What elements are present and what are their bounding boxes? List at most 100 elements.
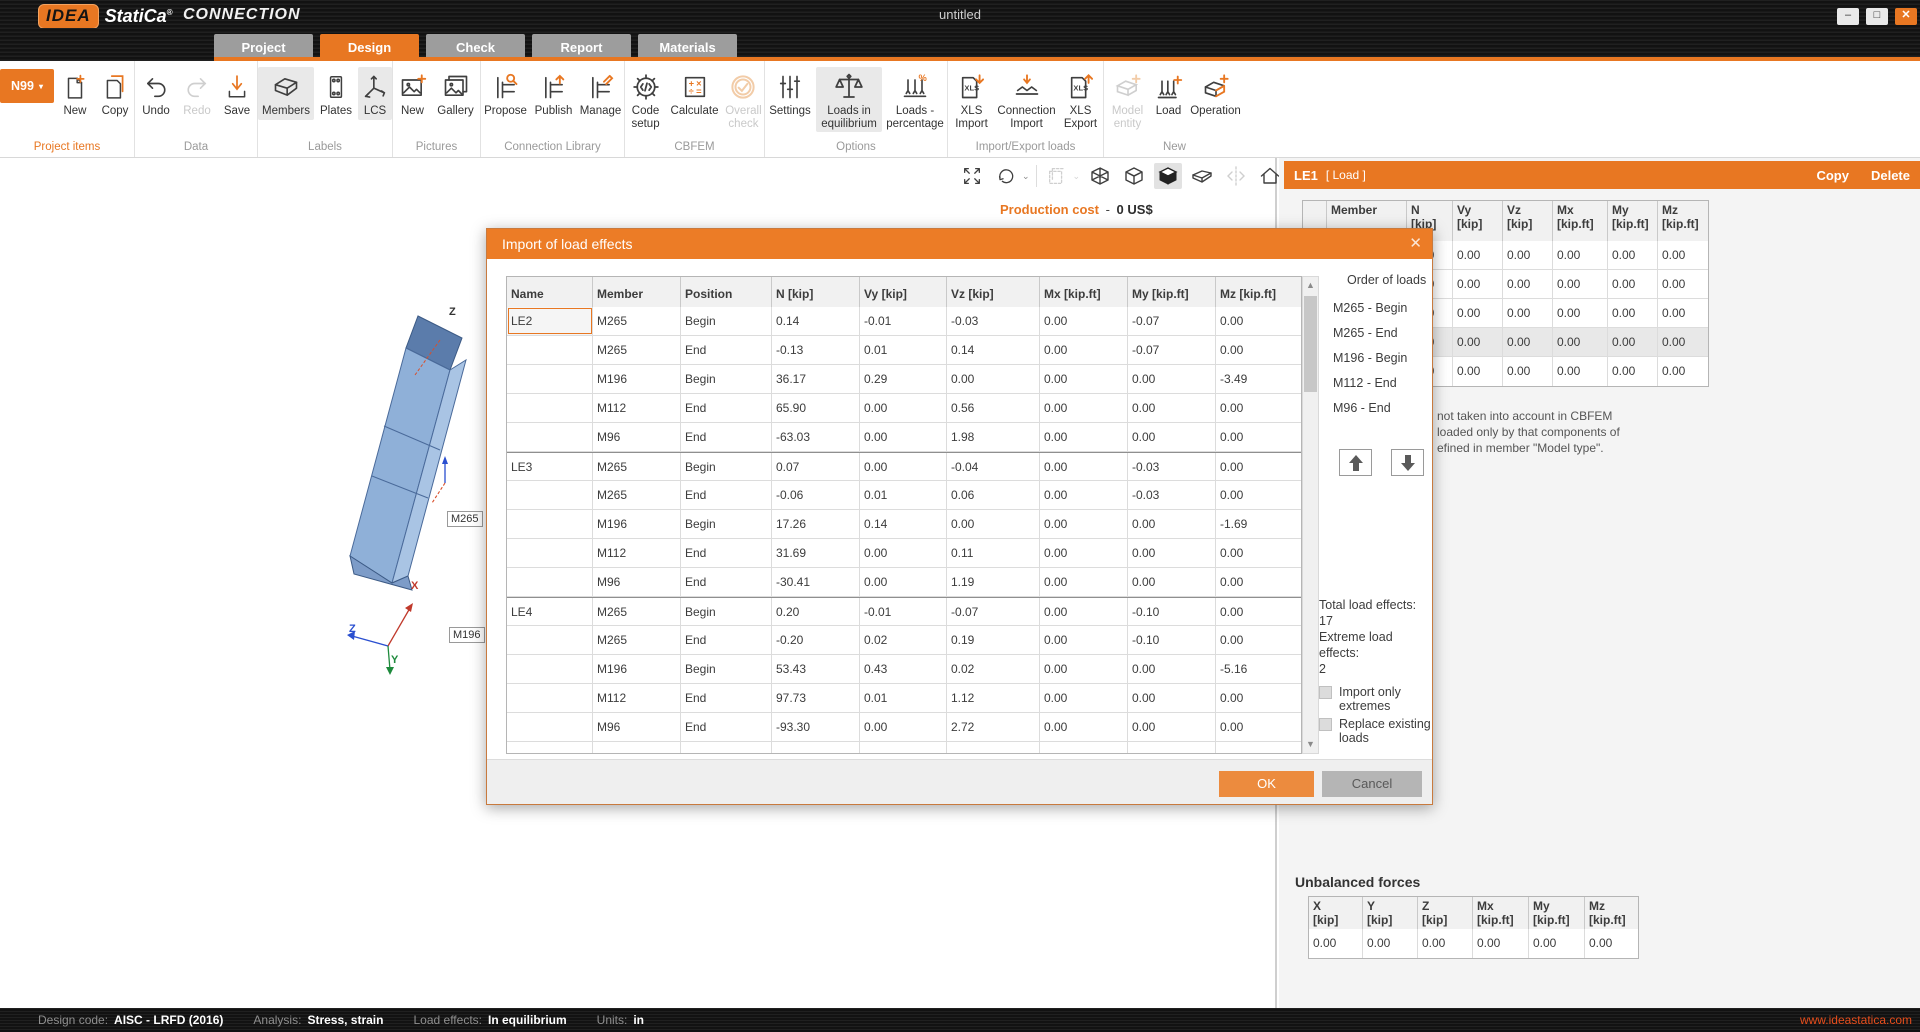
website-link[interactable]: www.ideastatica.com: [1800, 1013, 1912, 1027]
table-cell[interactable]: 0.00: [947, 365, 1040, 393]
publish-button[interactable]: Publish: [532, 67, 576, 120]
table-cell[interactable]: 17.26: [772, 510, 860, 538]
table-cell[interactable]: M265: [593, 626, 681, 654]
table-cell[interactable]: 31.69: [772, 539, 860, 567]
table-cell[interactable]: Begin: [681, 307, 772, 335]
table-cell[interactable]: 0.00: [1216, 336, 1301, 364]
delete-load-button[interactable]: Delete: [1871, 168, 1910, 183]
table-cell[interactable]: 0.14: [860, 510, 947, 538]
dialog-table-scrollbar[interactable]: ▲ ▼: [1302, 276, 1319, 754]
table-cell[interactable]: M112: [593, 684, 681, 712]
member-label-m265[interactable]: M265: [447, 511, 483, 527]
xls-import-button[interactable]: XLS XLS Import: [950, 67, 994, 132]
table-cell[interactable]: -0.03: [1128, 453, 1216, 480]
table-cell[interactable]: [947, 742, 1040, 754]
new-picture-button[interactable]: New: [395, 67, 431, 120]
dialog-load-table[interactable]: LE2M265Begin0.14-0.01-0.030.00-0.070.00M…: [506, 307, 1302, 754]
order-item[interactable]: M112 - End: [1333, 371, 1429, 396]
rotate-view-icon[interactable]: [992, 163, 1020, 189]
table-cell[interactable]: 0.00: [1658, 299, 1708, 327]
table-cell[interactable]: 0.00: [1040, 684, 1128, 712]
table-cell[interactable]: -0.03: [1128, 481, 1216, 509]
table-cell[interactable]: 0.00: [1309, 929, 1363, 958]
table-cell[interactable]: -0.01: [860, 598, 947, 625]
table-cell[interactable]: 0.06: [947, 481, 1040, 509]
table-cell[interactable]: End: [681, 684, 772, 712]
new-project-item-button[interactable]: New: [56, 67, 94, 120]
table-cell[interactable]: 0.00: [1658, 241, 1708, 269]
table-cell[interactable]: 0.00: [1529, 929, 1585, 958]
table-row[interactable]: [507, 742, 1301, 754]
table-cell[interactable]: [772, 742, 860, 754]
table-cell[interactable]: 0.00: [1216, 453, 1301, 480]
table-cell[interactable]: M265: [593, 598, 681, 625]
table-cell[interactable]: M265: [593, 307, 681, 335]
order-item[interactable]: M196 - Begin: [1333, 346, 1429, 371]
move-down-button[interactable]: [1391, 449, 1424, 476]
table-cell[interactable]: -0.07: [1128, 307, 1216, 335]
table-cell[interactable]: 0.20: [772, 598, 860, 625]
table-cell[interactable]: 97.73: [772, 684, 860, 712]
table-cell[interactable]: 0.00: [860, 713, 947, 741]
table-cell[interactable]: 0.00: [1503, 270, 1553, 298]
table-cell[interactable]: [1216, 742, 1301, 754]
table-cell[interactable]: 65.90: [772, 394, 860, 422]
ok-button[interactable]: OK: [1219, 771, 1314, 797]
table-cell[interactable]: -0.07: [1128, 336, 1216, 364]
table-cell[interactable]: 0.00: [1553, 299, 1608, 327]
table-cell[interactable]: [507, 655, 593, 683]
table-cell[interactable]: 0.19: [947, 626, 1040, 654]
connection-import-button[interactable]: Connection Import: [996, 67, 1058, 132]
table-cell[interactable]: 2.72: [947, 713, 1040, 741]
table-cell[interactable]: 0.00: [860, 453, 947, 480]
table-row[interactable]: M265End-0.060.010.060.00-0.030.00: [507, 481, 1301, 510]
scroll-up-icon[interactable]: ▲: [1303, 277, 1318, 294]
table-cell[interactable]: -3.49: [1216, 365, 1301, 393]
table-cell[interactable]: [507, 394, 593, 422]
table-cell[interactable]: Begin: [681, 598, 772, 625]
table-cell[interactable]: 0.00: [1216, 539, 1301, 567]
scrollbar-thumb[interactable]: [1304, 296, 1317, 392]
table-cell[interactable]: 0.00: [1040, 598, 1128, 625]
import-only-extremes-option[interactable]: Import only extremes: [1319, 685, 1431, 713]
table-cell[interactable]: 0.00: [1453, 299, 1503, 327]
labels-plates-toggle[interactable]: Plates: [316, 67, 356, 120]
table-row[interactable]: M196Begin53.430.430.020.000.00-5.16: [507, 655, 1301, 684]
table-cell[interactable]: Begin: [681, 453, 772, 480]
table-cell[interactable]: End: [681, 423, 772, 451]
table-cell[interactable]: 0.00: [1453, 270, 1503, 298]
xls-export-button[interactable]: XLS XLS Export: [1060, 67, 1102, 132]
table-cell[interactable]: LE3: [507, 453, 593, 480]
table-cell[interactable]: 0.11: [947, 539, 1040, 567]
table-cell[interactable]: 0.00: [1453, 357, 1503, 386]
table-cell[interactable]: 0.00: [1128, 568, 1216, 596]
table-cell[interactable]: 0.01: [860, 481, 947, 509]
table-cell[interactable]: 0.00: [1128, 394, 1216, 422]
table-row[interactable]: M96End-93.300.002.720.000.000.00: [507, 713, 1301, 742]
table-cell[interactable]: 0.00: [1040, 481, 1128, 509]
table-cell[interactable]: [507, 684, 593, 712]
order-item[interactable]: M96 - End: [1333, 396, 1429, 421]
table-row[interactable]: M265End-0.200.020.190.00-0.100.00: [507, 626, 1301, 655]
table-cell[interactable]: 0.02: [947, 655, 1040, 683]
table-cell[interactable]: [1128, 742, 1216, 754]
table-cell[interactable]: -0.04: [947, 453, 1040, 480]
table-cell[interactable]: 0.00: [1608, 328, 1658, 356]
table-cell[interactable]: -0.13: [772, 336, 860, 364]
table-cell[interactable]: M196: [593, 365, 681, 393]
table-cell[interactable]: 0.00: [1216, 568, 1301, 596]
table-cell[interactable]: 0.00: [1216, 684, 1301, 712]
save-button[interactable]: Save: [218, 67, 256, 120]
table-cell[interactable]: 0.00: [1040, 626, 1128, 654]
table-row[interactable]: M196Begin36.170.290.000.000.00-3.49: [507, 365, 1301, 394]
table-cell[interactable]: 0.14: [772, 307, 860, 335]
table-row[interactable]: 0.000.000.000.000.000.00: [1309, 929, 1638, 958]
order-item[interactable]: M265 - End: [1333, 321, 1429, 346]
table-cell[interactable]: End: [681, 336, 772, 364]
table-cell[interactable]: 0.00: [1040, 336, 1128, 364]
table-cell[interactable]: 0.00: [1553, 270, 1608, 298]
loads-in-equilibrium-toggle[interactable]: Loads in equilibrium: [816, 67, 882, 132]
table-cell[interactable]: 0.00: [947, 510, 1040, 538]
cube-solid-icon[interactable]: [1154, 163, 1182, 189]
table-cell[interactable]: -0.10: [1128, 626, 1216, 654]
